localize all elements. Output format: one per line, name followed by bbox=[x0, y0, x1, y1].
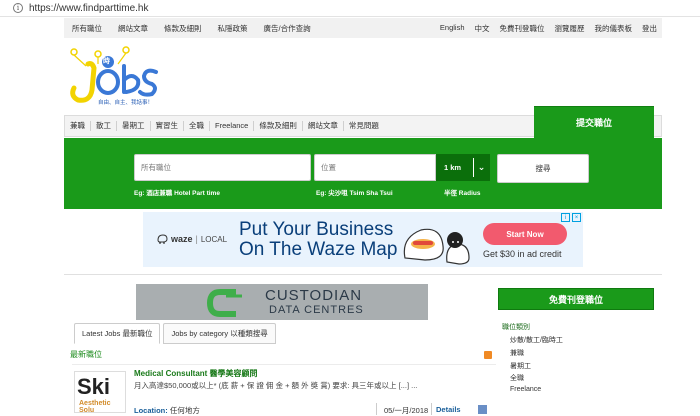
chevron-down-icon: ⌄ bbox=[473, 158, 489, 177]
ad-headline-line2: On The Waze Map bbox=[239, 239, 398, 260]
menu-terms[interactable]: 條款及細則 bbox=[254, 121, 303, 131]
post-job-free-button[interactable]: 免費刊登職位 bbox=[498, 288, 654, 310]
menu-articles[interactable]: 網站文章 bbox=[303, 121, 344, 131]
waze-logo-icon bbox=[157, 234, 168, 244]
ad-info-icon[interactable]: i bbox=[561, 213, 570, 222]
company-logo: Ski Aesthetic Solu bbox=[74, 371, 126, 414]
start-now-button[interactable]: Start Now bbox=[483, 223, 567, 245]
ad-headline-line1: Put Your Business bbox=[239, 219, 394, 240]
ad-brand-sub: LOCAL bbox=[200, 234, 228, 244]
ad-illustration bbox=[403, 228, 470, 265]
search-panel: 所有職位 位置 1 km ⌄ 搜尋 Eg: 酒店兼職 Hotel Part ti… bbox=[64, 138, 662, 209]
job-type-icon bbox=[478, 405, 487, 414]
ad-subtext: Get $30 in ad credit bbox=[483, 249, 562, 259]
location-value: 任何地方 bbox=[169, 406, 200, 415]
custodian-banner[interactable]: CUSTODIAN DATA CENTRES bbox=[136, 284, 428, 320]
topnav-ads-inquiry[interactable]: 廣告/合作查詢 bbox=[264, 23, 311, 34]
category-full-time[interactable]: 全職 bbox=[510, 373, 563, 386]
company-logo-text: Ski bbox=[77, 374, 111, 399]
topnav-all-jobs[interactable]: 所有職位 bbox=[72, 23, 102, 34]
info-icon[interactable]: i bbox=[13, 3, 23, 13]
submit-job-button[interactable]: 提交職位 bbox=[534, 106, 654, 138]
menu-summer[interactable]: 暑期工 bbox=[117, 121, 151, 131]
location-label: Location: bbox=[134, 406, 168, 415]
job-date: 05/一月/2018 bbox=[384, 406, 429, 415]
ad-brand-sep: | bbox=[195, 234, 198, 244]
location-input[interactable]: 位置 bbox=[314, 154, 436, 181]
divider bbox=[431, 403, 432, 415]
ad-choices[interactable]: i × bbox=[561, 213, 581, 222]
menu-full-time[interactable]: 全職 bbox=[184, 121, 210, 131]
top-nav: 所有職位 網站文章 條款及細則 私隱政策 廣告/合作查詢 English 中文 … bbox=[64, 18, 662, 38]
tab-latest-jobs[interactable]: Latest Jobs 最新職位 bbox=[74, 323, 161, 344]
job-listing[interactable]: Ski Aesthetic Solu Medical Consultant 醫學… bbox=[72, 364, 496, 416]
url-text[interactable]: https://www.findparttime.hk bbox=[29, 3, 149, 14]
tab-jobs-by-category[interactable]: Jobs by category 以種類搜尋 bbox=[163, 323, 276, 344]
site-logo[interactable]: 時 自由、自主、我話事！ bbox=[68, 46, 160, 108]
topnav-post-job[interactable]: 免費刊登職位 bbox=[500, 23, 545, 34]
divider bbox=[376, 403, 377, 415]
category-list: 炒散/散工/臨時工 兼職 暑期工 全職 Freelance bbox=[510, 335, 563, 399]
browser-address-bar[interactable]: i https://www.findparttime.hk bbox=[0, 0, 700, 17]
jobs-hint: Eg: 酒店兼職 Hotel Part time bbox=[134, 190, 220, 197]
menu-faq[interactable]: 常見問題 bbox=[344, 121, 384, 131]
custodian-logo-icon bbox=[206, 289, 242, 317]
radius-select[interactable]: 1 km ⌄ bbox=[436, 154, 490, 181]
category-part-time[interactable]: 兼職 bbox=[510, 348, 563, 361]
radius-value: 1 km bbox=[444, 163, 462, 172]
category-heading: 職位類別 bbox=[502, 324, 530, 331]
banner-word1: CUSTODIAN bbox=[265, 287, 363, 304]
location-hint: Eg: 尖沙咀 Tsim Sha Tsui bbox=[316, 190, 393, 197]
topnav-privacy[interactable]: 私隱政策 bbox=[218, 23, 248, 34]
job-location: Location: 任何地方 bbox=[134, 405, 200, 416]
search-button[interactable]: 搜尋 bbox=[497, 154, 589, 183]
sidebar: 免費刊登職位 職位類別 炒散/散工/臨時工 兼職 暑期工 全職 Freelanc… bbox=[498, 288, 654, 416]
menu-casual[interactable]: 散工 bbox=[91, 121, 117, 131]
job-description: 月入高達$50,000或以上* (底 薪 + 保 證 佣 金 + 額 外 獎 賞… bbox=[134, 381, 418, 390]
topnav-terms[interactable]: 條款及細則 bbox=[164, 23, 202, 34]
ad-brand: waze | LOCAL bbox=[157, 234, 227, 244]
ad-headline: Put Your Business On The Waze Map bbox=[239, 220, 397, 260]
details-link[interactable]: Details bbox=[436, 405, 461, 414]
rss-icon[interactable] bbox=[484, 351, 492, 359]
topnav-chinese[interactable]: 中文 bbox=[475, 23, 490, 34]
category-freelance[interactable]: Freelance bbox=[510, 386, 563, 399]
topnav-english[interactable]: English bbox=[440, 23, 465, 34]
radius-hint: 半徑 Radius bbox=[444, 190, 481, 197]
job-tabs: Latest Jobs 最新職位 Jobs by category 以種類搜尋 bbox=[74, 323, 279, 344]
category-summer[interactable]: 暑期工 bbox=[510, 361, 563, 374]
topnav-articles[interactable]: 網站文章 bbox=[118, 23, 148, 34]
jobs-search-input[interactable]: 所有職位 bbox=[134, 154, 311, 181]
topnav-dashboard[interactable]: 我的儀表板 bbox=[595, 23, 633, 34]
logo-tagline: 自由、自主、我話事！ bbox=[98, 100, 154, 106]
company-logo-sub: Aesthetic Solu bbox=[79, 400, 111, 414]
topnav-browse-resumes[interactable]: 瀏覽履歷 bbox=[555, 23, 585, 34]
menu-intern[interactable]: 實習生 bbox=[151, 121, 184, 131]
latest-jobs-heading: 最新職位 bbox=[70, 350, 102, 359]
category-casual[interactable]: 炒散/散工/臨時工 bbox=[510, 335, 563, 348]
menu-part-time[interactable]: 兼職 bbox=[65, 121, 91, 131]
ad-close-icon[interactable]: × bbox=[572, 213, 581, 222]
menu-freelance[interactable]: Freelance bbox=[210, 121, 255, 131]
job-title[interactable]: Medical Consultant 醫學美容顧問 bbox=[134, 368, 258, 379]
topnav-logout[interactable]: 登出 bbox=[642, 23, 657, 34]
logo-badge: 時 bbox=[103, 58, 110, 65]
ad-brand-name: waze bbox=[171, 234, 193, 244]
waze-ad[interactable]: waze | LOCAL Put Your Business On The Wa… bbox=[143, 212, 583, 267]
banner-word2: DATA CENTRES bbox=[269, 304, 364, 316]
